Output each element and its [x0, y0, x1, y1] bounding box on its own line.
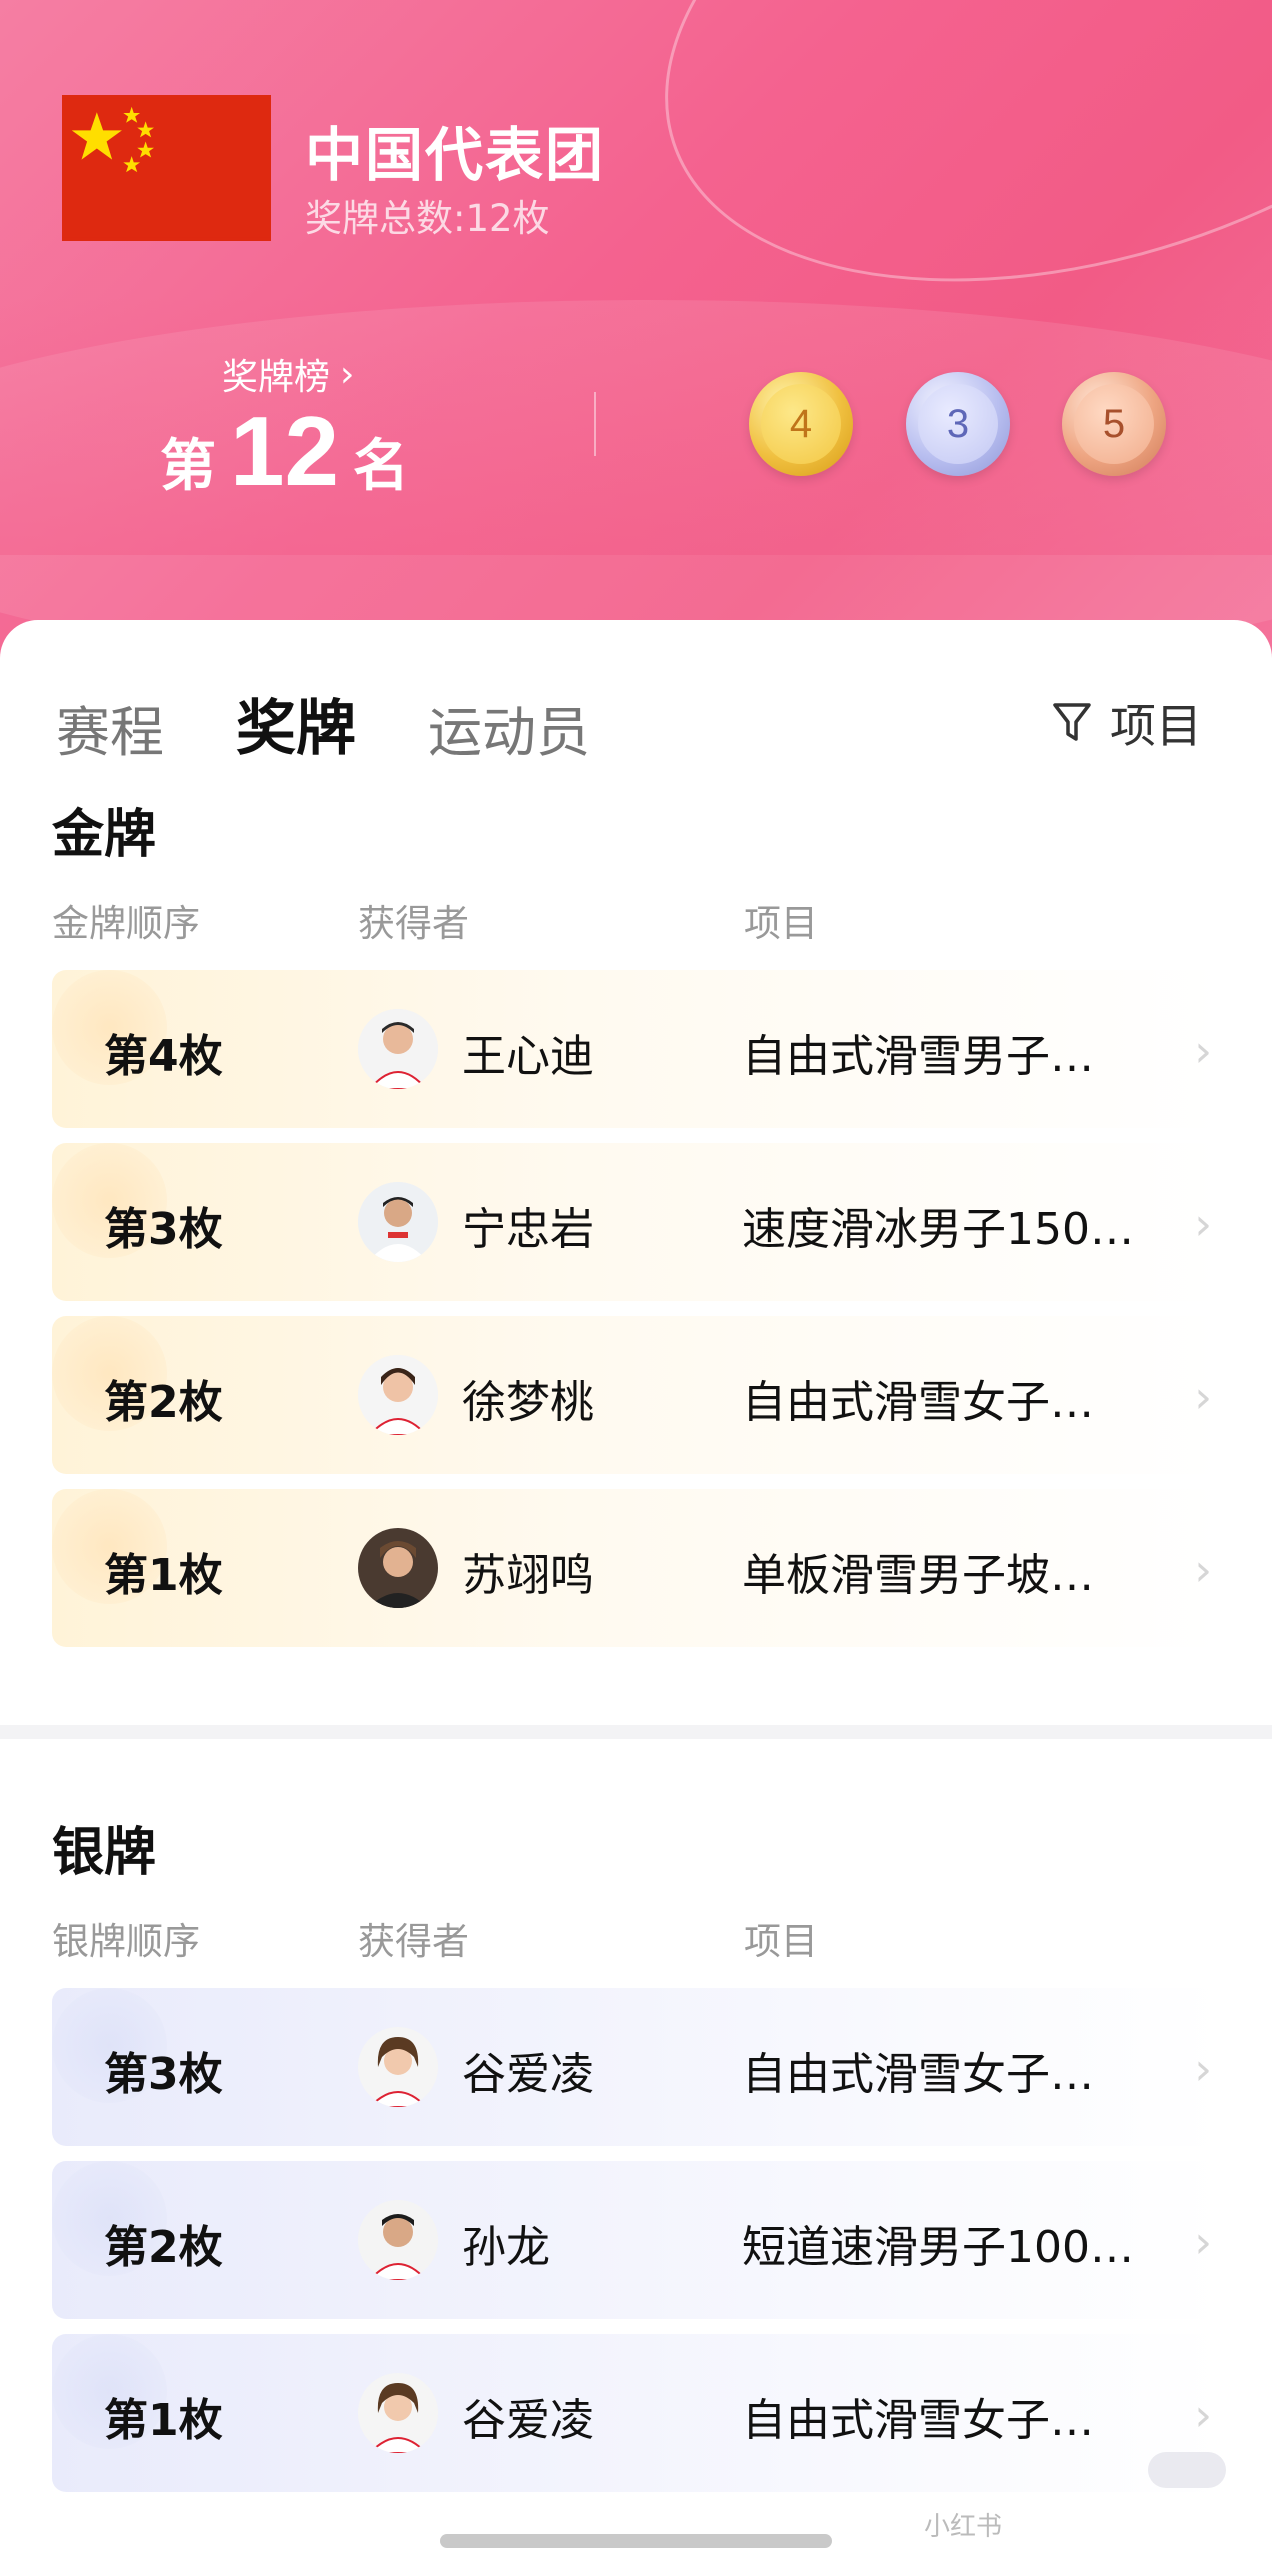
gold-medal-row[interactable]: 第2枚 徐梦桃 自由式滑雪女子… › — [52, 1316, 1222, 1474]
column-header-event: 项目 — [744, 902, 818, 945]
bronze-medal-count: 5 — [1062, 372, 1166, 476]
tab-schedule[interactable]: 赛程 — [56, 688, 164, 767]
avatar — [358, 2027, 438, 2107]
rank-number: 12 — [230, 396, 340, 506]
column-header-event: 项目 — [744, 1920, 818, 1963]
avatar — [358, 2373, 438, 2453]
winner-name: 苏翊鸣 — [462, 1550, 594, 1601]
winner-name: 王心迪 — [462, 1031, 594, 1082]
header-divider — [594, 392, 596, 456]
column-header-order: 金牌顺序 — [52, 902, 200, 945]
silver-section-title: 银牌 — [52, 1823, 157, 1883]
column-header-order: 银牌顺序 — [52, 1920, 200, 1963]
tab-bar: 赛程 奖牌 运动员 — [56, 680, 662, 767]
event-name: 自由式滑雪男子… — [742, 1031, 1094, 1082]
gold-medal-icon: 4 — [761, 384, 841, 464]
silver-count-value: 3 — [946, 401, 970, 446]
winner-name: 宁忠岩 — [462, 1204, 594, 1255]
bronze-count-value: 5 — [1102, 401, 1126, 446]
medal-order: 第2枚 — [104, 1377, 223, 1428]
section-divider — [0, 1725, 1272, 1739]
event-name: 自由式滑雪女子… — [742, 1377, 1094, 1428]
bronze-medal-icon: 5 — [1074, 384, 1154, 464]
filter-icon — [1053, 703, 1091, 741]
column-header-winner: 获得者 — [358, 902, 469, 945]
rank-prefix: 第 — [160, 434, 216, 499]
chevron-right-icon: › — [1194, 2390, 1212, 2441]
event-name: 自由式滑雪女子… — [742, 2395, 1094, 2446]
medal-order: 第2枚 — [104, 2222, 223, 2273]
chevron-right-icon: › — [1194, 2217, 1212, 2268]
watermark-text: 小红书 — [924, 2512, 1003, 2542]
column-header-winner: 获得者 — [358, 1920, 469, 1963]
medal-order: 第4枚 — [104, 1031, 223, 1082]
winner-name: 谷爱凌 — [462, 2049, 594, 2100]
gold-medal-row[interactable]: 第3枚 宁忠岩 速度滑冰男子150… › — [52, 1143, 1222, 1301]
avatar — [358, 2200, 438, 2280]
chevron-right-icon: › — [340, 353, 355, 395]
chevron-right-icon: › — [1194, 1372, 1212, 1423]
silver-medal-row[interactable]: 第2枚 孙龙 短道速滑男子100… › — [52, 2161, 1222, 2319]
medal-table-label: 奖牌榜 — [222, 357, 331, 398]
silver-medal-icon: 3 — [918, 384, 998, 464]
medal-order: 第1枚 — [104, 1550, 223, 1601]
medal-order: 第3枚 — [104, 2049, 223, 2100]
watermark-badge — [1148, 2452, 1226, 2488]
rank-display: 第 12 名 — [160, 395, 409, 508]
chevron-right-icon: › — [1194, 1026, 1212, 1077]
silver-medal-row[interactable]: 第1枚 谷爱凌 自由式滑雪女子… › — [52, 2334, 1222, 2492]
event-name: 自由式滑雪女子… — [742, 2049, 1094, 2100]
medal-order: 第1枚 — [104, 2395, 223, 2446]
avatar — [358, 1528, 438, 1608]
event-name: 单板滑雪男子坡… — [742, 1550, 1094, 1601]
chevron-right-icon: › — [1194, 2044, 1212, 2095]
winner-name: 徐梦桃 — [462, 1377, 594, 1428]
gold-medal-count: 4 — [749, 372, 853, 476]
medal-order: 第3枚 — [104, 1204, 223, 1255]
home-indicator[interactable] — [440, 2534, 832, 2548]
china-flag-icon — [62, 95, 271, 241]
avatar — [358, 1009, 438, 1089]
delegation-name: 中国代表团 — [305, 121, 606, 189]
tab-medals[interactable]: 奖牌 — [236, 680, 356, 767]
gold-medal-row[interactable]: 第4枚 王心迪 自由式滑雪男子… › — [52, 970, 1222, 1128]
event-name: 速度滑冰男子150… — [742, 1204, 1134, 1255]
event-name: 短道速滑男子100… — [742, 2222, 1134, 2273]
medal-table-link[interactable]: 奖牌榜 › — [222, 348, 354, 400]
chevron-right-icon: › — [1194, 1199, 1212, 1250]
silver-medal-count: 3 — [906, 372, 1010, 476]
tab-athletes[interactable]: 运动员 — [428, 688, 590, 767]
gold-medal-row[interactable]: 第1枚 苏翊鸣 单板滑雪男子坡… › — [52, 1489, 1222, 1647]
event-filter-button[interactable]: 项目 — [1052, 690, 1202, 756]
avatar — [358, 1182, 438, 1262]
avatar — [358, 1355, 438, 1435]
winner-name: 谷爱凌 — [462, 2395, 594, 2446]
rank-suffix: 名 — [353, 434, 410, 499]
winner-name: 孙龙 — [462, 2222, 550, 2273]
gold-section-title: 金牌 — [52, 805, 157, 865]
gold-count-value: 4 — [789, 401, 813, 446]
chevron-right-icon: › — [1194, 1545, 1212, 1596]
silver-medal-row[interactable]: 第3枚 谷爱凌 自由式滑雪女子… › — [52, 1988, 1222, 2146]
filter-label: 项目 — [1110, 699, 1202, 753]
medal-total: 奖牌总数:12枚 — [305, 197, 550, 240]
